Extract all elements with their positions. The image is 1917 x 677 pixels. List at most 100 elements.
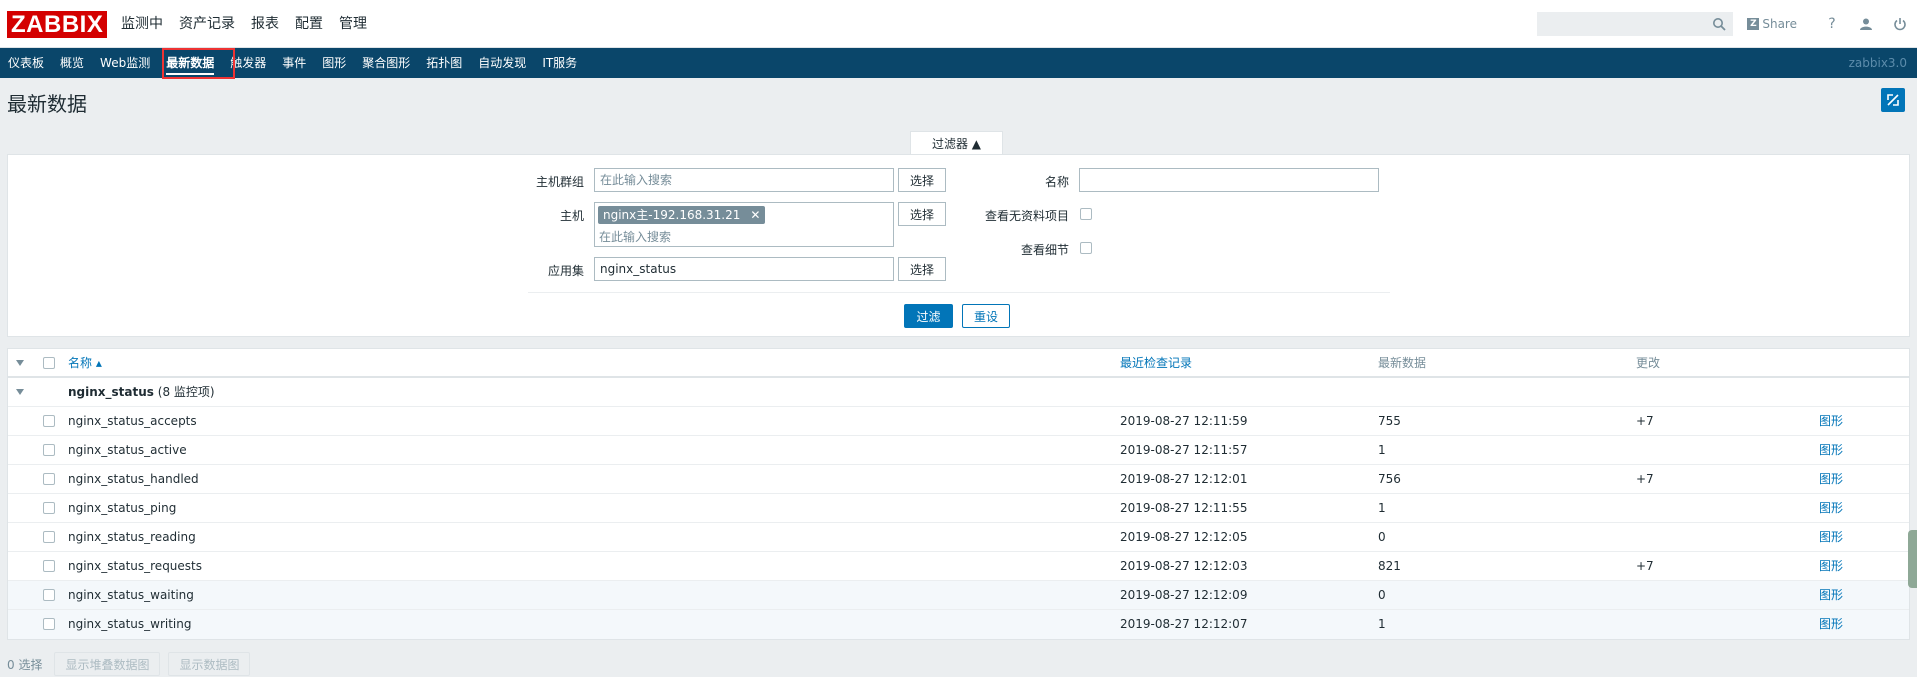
zabbix-logo[interactable]: ZABBIX [7,11,108,38]
item-last-value: 756 [1378,472,1401,486]
item-last-check: 2019-08-27 12:12:03 [1120,559,1248,573]
menu-monitoring[interactable]: 监测中 [113,0,171,48]
item-last-check: 2019-08-27 12:12:07 [1120,617,1248,631]
item-graph-link[interactable]: 图形 [1819,523,1843,552]
show-details-checkbox[interactable] [1080,242,1092,254]
item-name: nginx_status_writing [68,617,192,631]
main-menu: 监测中 资产记录 报表 配置 管理 [113,0,375,48]
row-checkbox[interactable] [43,618,55,630]
reset-filter-button[interactable]: 重设 [962,304,1010,328]
menu-reports[interactable]: 报表 [243,0,287,48]
row-checkbox[interactable] [43,531,55,543]
annotation-highlight-box [162,48,235,79]
item-change: +7 [1636,414,1654,428]
row-checkbox[interactable] [43,502,55,514]
table-footer: 0 选择 显示堆叠数据图 显示数据图 [7,652,258,676]
group-name: nginx_status [68,385,154,399]
subnav-overview[interactable]: 概览 [52,48,92,78]
subnav-web[interactable]: Web监测 [92,48,158,78]
item-graph-link[interactable]: 图形 [1819,581,1843,610]
subnav-events[interactable]: 事件 [274,48,314,78]
subnav-maps[interactable]: 拓扑图 [418,48,470,78]
header-change: 更改 [1636,356,1661,370]
menu-configuration[interactable]: 配置 [287,0,331,48]
item-graph-link[interactable]: 图形 [1819,552,1843,581]
page-title: 最新数据 [7,92,87,116]
header-name[interactable]: 名称 ▴ [68,349,102,378]
remove-chip-icon[interactable]: ✕ [750,206,760,224]
fullscreen-icon [1887,94,1899,106]
host-label: 主机 [559,209,584,223]
menu-inventory[interactable]: 资产记录 [171,0,243,48]
group-name-cell: nginx_status (8 监控项) [68,378,215,407]
header-last-value: 最新数据 [1378,356,1427,370]
item-graph-link[interactable]: 图形 [1819,610,1843,639]
logout-button[interactable] [1883,0,1917,48]
fullscreen-button[interactable] [1881,88,1905,112]
application-select-button[interactable]: 选择 [898,257,946,281]
item-last-value: 1 [1378,501,1386,515]
filter-toggle-tab[interactable]: 过滤器 ▲ [910,131,1003,155]
latest-data-table: 名称 ▴ 最近检查记录 最新数据 更改 nginx_status (8 监控项)… [7,348,1910,640]
global-search-input[interactable] [1538,13,1709,35]
row-checkbox[interactable] [43,473,55,485]
table-row: nginx_status_reading 2019-08-27 12:12:05… [8,523,1909,552]
item-graph-link[interactable]: 图形 [1819,494,1843,523]
top-bar: ZABBIX 监测中 资产记录 报表 配置 管理 Z Share ? [0,0,1917,48]
item-name: nginx_status_handled [68,472,199,486]
item-last-value: 0 [1378,530,1386,544]
row-checkbox[interactable] [43,560,55,572]
hostgroup-label: 主机群组 [535,175,584,189]
display-stacked-graph-button[interactable]: 显示堆叠数据图 [54,652,161,676]
row-checkbox[interactable] [43,444,55,456]
item-last-check: 2019-08-27 12:11:55 [1120,501,1248,515]
apply-filter-button[interactable]: 过滤 [904,304,953,328]
show-details-label: 查看细节 [1020,243,1069,257]
name-input[interactable] [1079,168,1379,192]
item-last-check: 2019-08-27 12:11:57 [1120,443,1248,457]
share-button[interactable]: Z Share [1747,17,1797,31]
subnav-it-services[interactable]: IT服务 [534,48,585,78]
item-last-check: 2019-08-27 12:12:05 [1120,530,1248,544]
row-checkbox[interactable] [43,589,55,601]
host-multiselect[interactable]: nginx主-192.168.31.21 ✕ 在此输入搜索 [594,202,894,247]
item-change: +7 [1636,472,1654,486]
table-row: nginx_status_active 2019-08-27 12:11:57 … [8,436,1909,465]
host-chip-label: nginx主-192.168.31.21 [603,208,741,222]
help-icon: ? [1828,16,1836,32]
application-input[interactable] [594,257,894,281]
filter-panel [7,154,1910,337]
help-button[interactable]: ? [1815,0,1849,48]
name-label: 名称 [1044,175,1069,189]
menu-administration[interactable]: 管理 [331,0,375,48]
item-last-check: 2019-08-27 12:12:01 [1120,472,1248,486]
show-no-data-checkbox[interactable] [1080,208,1092,220]
user-profile-button[interactable] [1849,0,1883,48]
row-checkbox[interactable] [43,415,55,427]
side-scroll-handle[interactable] [1908,530,1917,588]
zabbix-share-icon: Z [1747,18,1760,30]
collapse-group-icon[interactable] [16,389,24,395]
subnav-dashboard[interactable]: 仪表板 [0,48,52,78]
subnav-graphs[interactable]: 图形 [314,48,354,78]
display-graph-button[interactable]: 显示数据图 [168,652,251,676]
hostgroup-select-button[interactable]: 选择 [898,168,946,192]
hostgroup-input[interactable] [594,168,894,192]
power-icon [1894,18,1906,31]
item-graph-link[interactable]: 图形 [1819,465,1843,494]
search-icon[interactable] [1712,17,1726,31]
item-name: nginx_status_requests [68,559,203,573]
subnav-discovery[interactable]: 自动发现 [470,48,534,78]
item-graph-link[interactable]: 图形 [1819,407,1843,436]
item-name: nginx_status_active [68,443,187,457]
table-row: nginx_status_ping 2019-08-27 12:11:55 1 … [8,494,1909,523]
select-all-checkbox[interactable] [43,357,55,369]
table-row: nginx_status_waiting 2019-08-27 12:12:09… [8,581,1909,610]
application-label: 应用集 [547,264,584,278]
host-search-placeholder[interactable]: 在此输入搜索 [599,228,671,245]
collapse-all-icon[interactable] [16,360,24,366]
item-graph-link[interactable]: 图形 [1819,436,1843,465]
header-last-check[interactable]: 最近检查记录 [1120,349,1192,378]
subnav-screens[interactable]: 聚合图形 [354,48,418,78]
host-select-button[interactable]: 选择 [898,202,946,226]
